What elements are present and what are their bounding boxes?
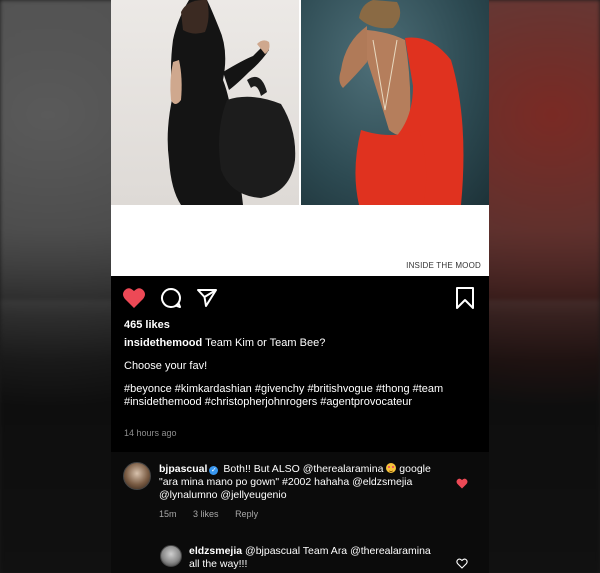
comment-likes[interactable]: 3 likes <box>193 509 219 519</box>
heart-filled-icon[interactable] <box>456 476 468 494</box>
smiling-emoji-icon <box>386 463 397 473</box>
bookmark-icon[interactable] <box>455 287 475 314</box>
comment-username[interactable]: eldzsmejia <box>189 545 242 557</box>
comment-time: 15m <box>159 509 177 519</box>
caption-hashtags[interactable]: #beyonce #kimkardashian #givenchy #briti… <box>124 383 479 409</box>
comment-icon[interactable] <box>160 287 182 314</box>
photo-left <box>111 0 299 205</box>
post-timestamp: 14 hours ago <box>124 428 177 438</box>
post-image: INSIDE THE MOOD <box>111 0 489 276</box>
instagram-post: INSIDE THE MOOD 465 likes insidethemood <box>111 0 489 573</box>
reply-button[interactable]: Reply <box>235 509 258 519</box>
comment-body: eldzsmejia @bjpascual Team Ara @thereala… <box>189 545 434 571</box>
caption-username[interactable]: insidethemood <box>124 337 202 349</box>
comment-body: bjpascual ✓ Both!! But ALSO @therealarami… <box>159 463 444 502</box>
verified-badge-icon: ✓ <box>209 466 219 475</box>
comment-username[interactable]: bjpascual <box>159 463 207 475</box>
heart-filled-icon[interactable] <box>122 287 146 314</box>
image-credit: INSIDE THE MOOD <box>406 261 481 270</box>
send-icon[interactable] <box>196 288 218 313</box>
caption-line1: Team Kim or Team Bee? <box>205 337 326 349</box>
comment-meta: 15m 3 likes Reply <box>159 509 272 519</box>
avatar[interactable] <box>123 462 151 490</box>
caption-line2: Choose your fav! <box>124 360 208 372</box>
like-count[interactable]: 465 likes <box>124 319 170 331</box>
post-actions <box>111 284 489 312</box>
heart-outline-icon[interactable] <box>456 556 468 573</box>
post-caption: insidethemood Team Kim or Team Bee? Choo… <box>124 337 479 409</box>
avatar[interactable] <box>160 545 182 567</box>
comments-section: bjpascual ✓ Both!! But ALSO @therealarami… <box>111 452 489 573</box>
photo-right <box>301 0 489 205</box>
comment-text-1: Both!! But ALSO @therealaramina <box>223 463 384 475</box>
